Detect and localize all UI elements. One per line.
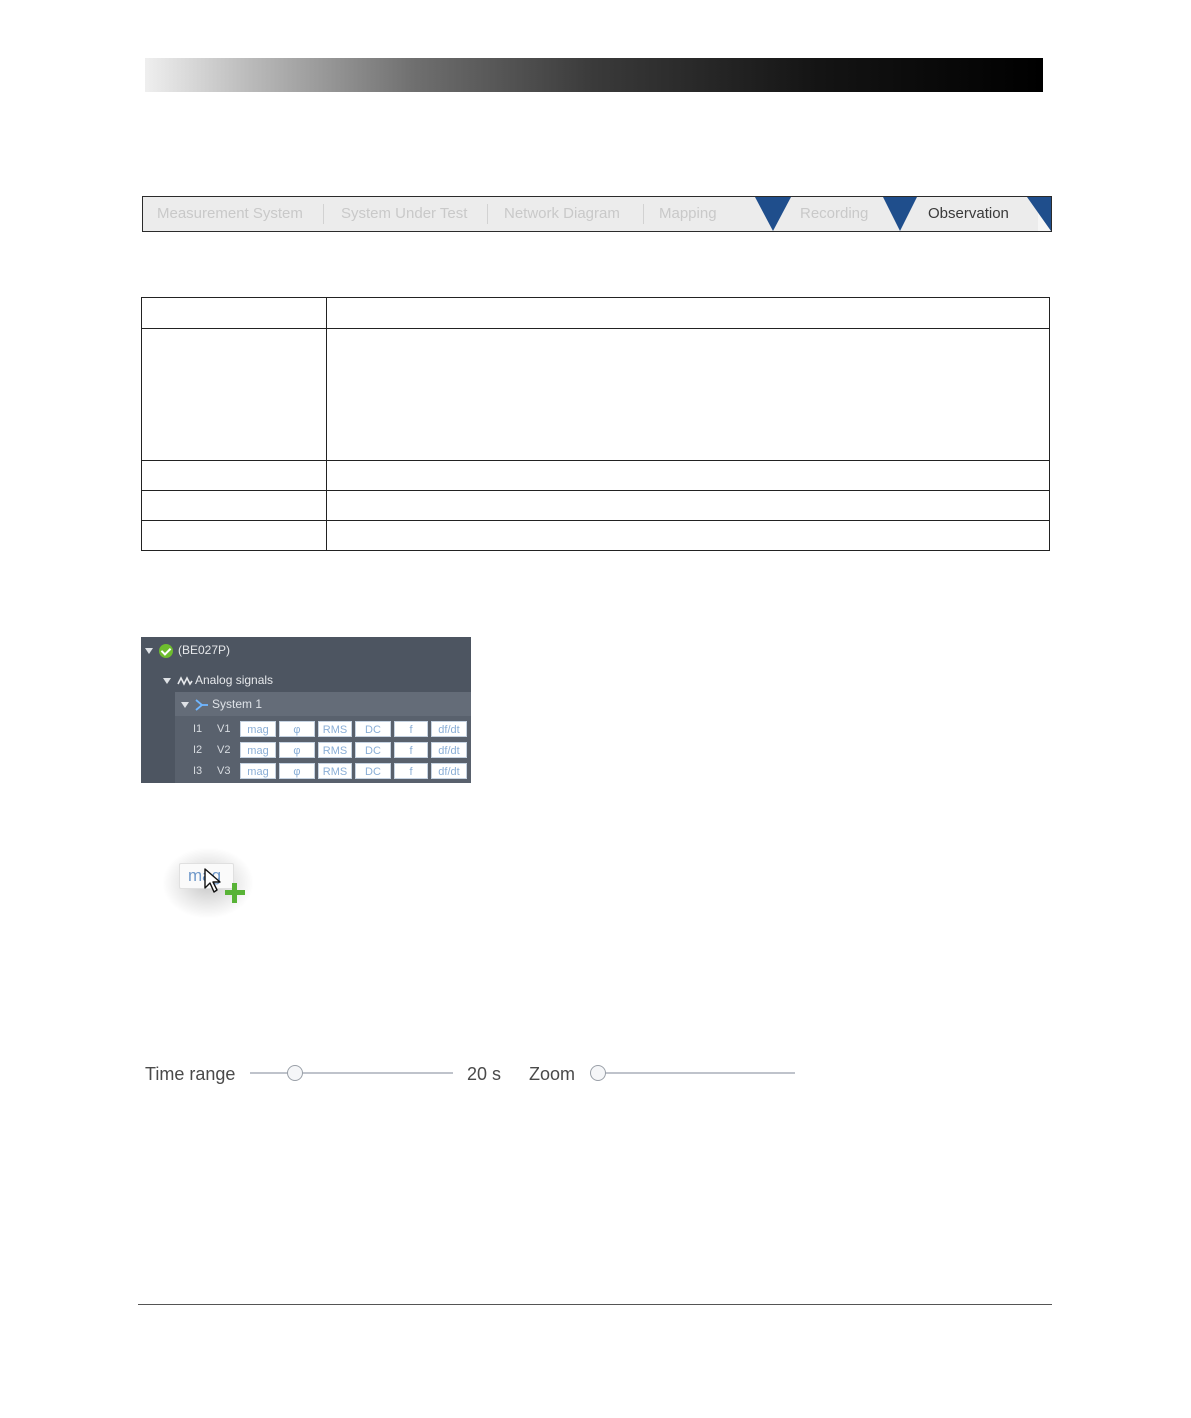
table-row [141, 490, 1050, 521]
signal-cell-phase[interactable]: φ [279, 742, 315, 758]
signal-cell-dfdt[interactable]: df/dt [431, 721, 467, 737]
signal-cell-frequency[interactable]: f [394, 763, 428, 779]
tree-item-system-1[interactable]: System 1 [181, 694, 262, 714]
workflow-tab-strip: Measurement System System Under Test Net… [142, 196, 1052, 232]
signal-cell-mag[interactable]: mag [240, 763, 276, 779]
time-range-value: 20 s [467, 1064, 502, 1084]
table-row [141, 520, 1050, 551]
voltage-channel-label: V1 [217, 723, 231, 735]
signal-cell-dfdt[interactable]: df/dt [431, 763, 467, 779]
tab-separator [487, 204, 488, 224]
table-row [141, 328, 1050, 461]
check-circle-icon [159, 643, 173, 658]
tab-mapping[interactable]: Mapping [659, 197, 717, 231]
table-row [141, 460, 1050, 491]
current-channel-label: I2 [193, 744, 203, 756]
tab-divider-arrow-icon [755, 197, 791, 231]
signal-cell-rms[interactable]: RMS [318, 763, 352, 779]
analog-wave-icon [177, 676, 193, 686]
tree-item-device[interactable]: (BE027P) [145, 640, 230, 660]
blank-table [141, 297, 1050, 551]
table-row [141, 297, 1050, 329]
group-label: Analog signals [195, 673, 274, 687]
signal-cell-rms[interactable]: RMS [318, 742, 352, 758]
signal-cell-dc[interactable]: DC [355, 763, 391, 779]
device-label: (BE027P) [178, 643, 231, 657]
signal-cell-frequency[interactable]: f [394, 742, 428, 758]
zoom-slider-thumb[interactable] [590, 1065, 606, 1081]
header-gradient-bar [145, 58, 1043, 92]
zoom-slider-track[interactable] [598, 1072, 795, 1074]
signal-cell-mag[interactable]: mag [240, 742, 276, 758]
voltage-channel-label: V2 [217, 744, 231, 756]
tree-item-analog-signals[interactable]: Analog signals [163, 670, 273, 690]
time-range-label: Time range [145, 1064, 236, 1084]
signal-cell-phase[interactable]: φ [279, 721, 315, 737]
system-branch-icon [195, 699, 208, 711]
tab-divider-arrow-icon [883, 197, 917, 231]
tab-measurement-system[interactable]: Measurement System [157, 197, 303, 231]
tab-divider-arrow-icon [1027, 197, 1051, 231]
signal-cell-phase[interactable]: φ [279, 763, 315, 779]
system-label: System 1 [212, 697, 263, 711]
collapse-caret-icon[interactable] [163, 677, 171, 684]
signal-cell-frequency[interactable]: f [394, 721, 428, 737]
tab-separator [643, 204, 644, 224]
tab-recording[interactable]: Recording [800, 197, 868, 231]
tab-separator [323, 204, 324, 224]
current-channel-label: I1 [193, 723, 203, 735]
zoom-label: Zoom [529, 1064, 576, 1084]
time-range-slider-track[interactable] [250, 1072, 453, 1074]
voltage-channel-label: V3 [217, 765, 231, 777]
add-plus-icon [225, 883, 245, 903]
footer-rule [138, 1304, 1052, 1305]
signal-cell-rms[interactable]: RMS [318, 721, 352, 737]
time-range-slider-thumb[interactable] [286, 1065, 303, 1081]
tab-network-diagram[interactable]: Network Diagram [504, 197, 620, 231]
tab-observation[interactable]: Observation [928, 197, 1009, 231]
collapse-caret-icon[interactable] [181, 701, 189, 708]
current-channel-label: I3 [193, 765, 203, 777]
signal-cell-dc[interactable]: DC [355, 721, 391, 737]
mouse-pointer-icon [204, 868, 221, 893]
signal-cell-mag[interactable]: mag [240, 721, 276, 737]
collapse-caret-icon[interactable] [145, 647, 153, 654]
signal-cell-dfdt[interactable]: df/dt [431, 742, 467, 758]
drag-preview: mag [163, 848, 253, 918]
signal-cell-dc[interactable]: DC [355, 742, 391, 758]
tab-system-under-test[interactable]: System Under Test [341, 197, 467, 231]
